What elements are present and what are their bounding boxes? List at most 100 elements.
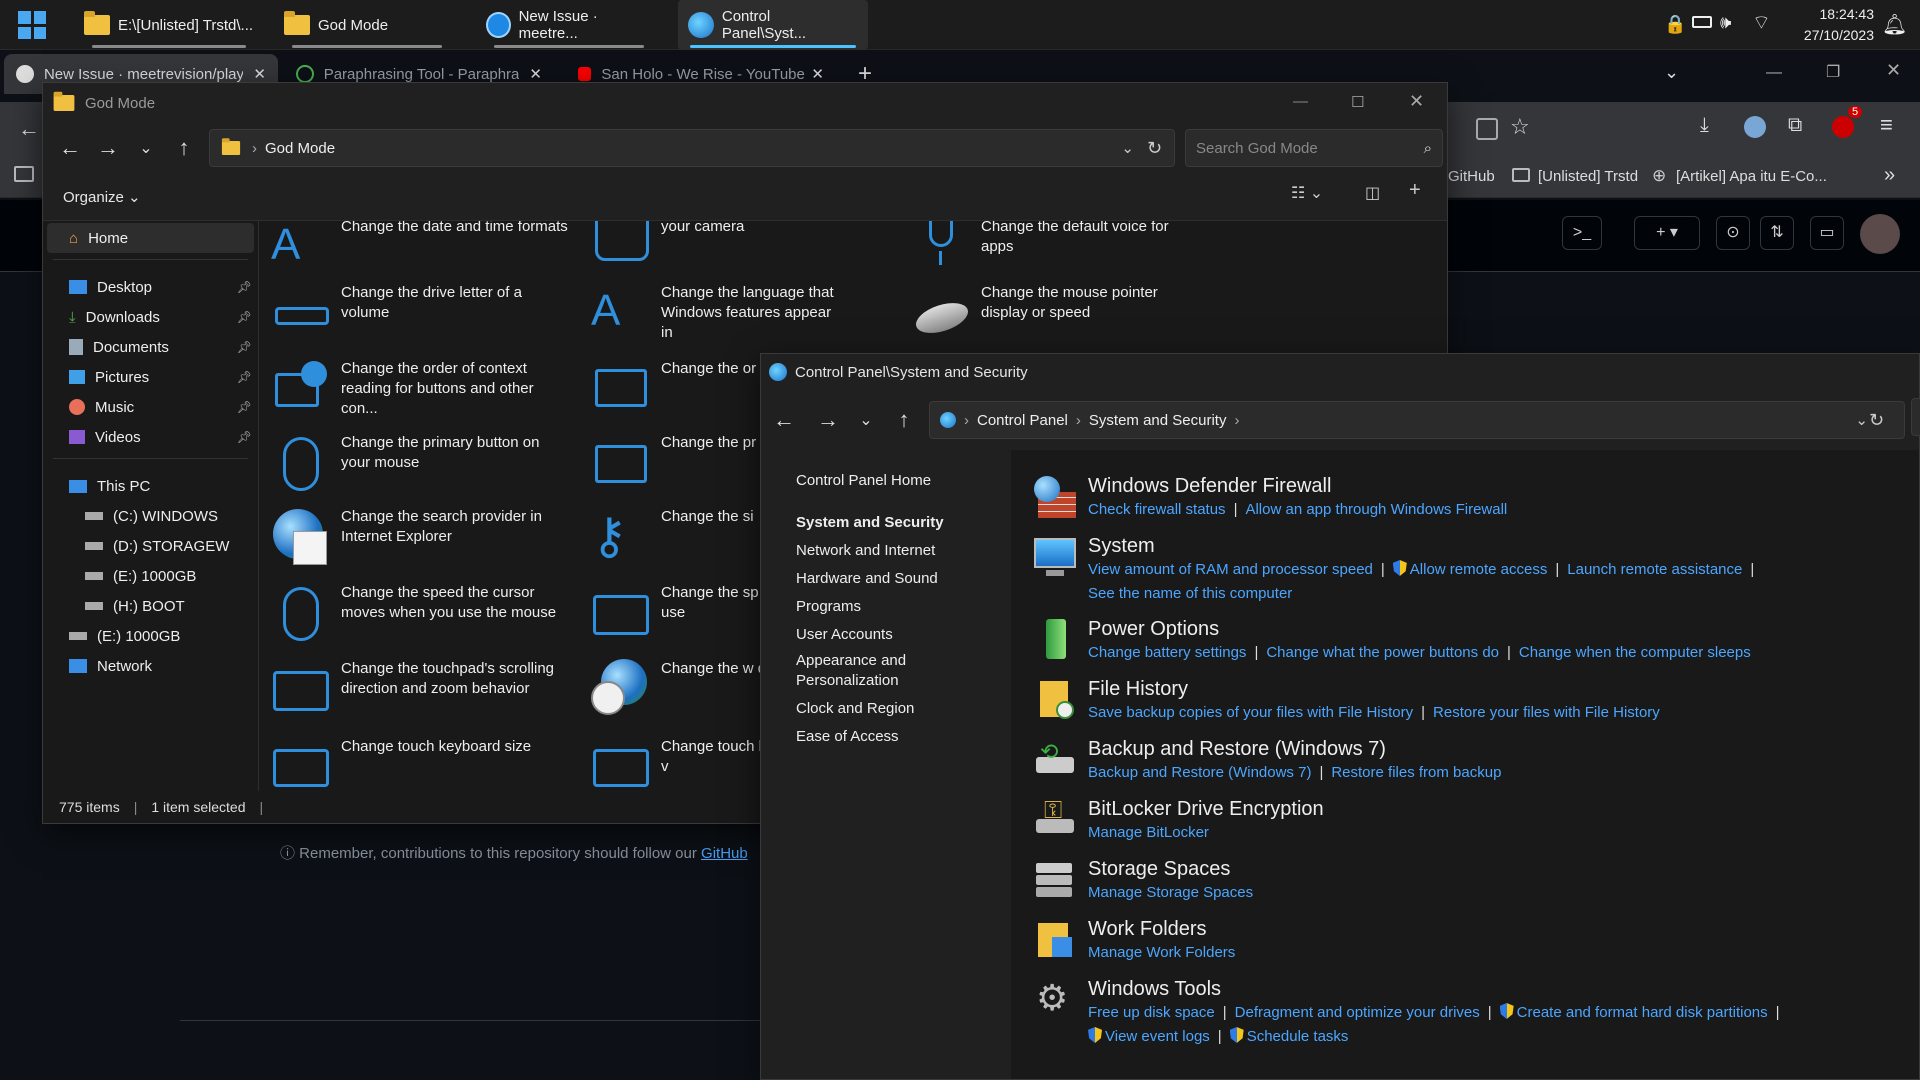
wifi-icon[interactable]: ⌔ (1752, 10, 1771, 35)
preview-pane-icon[interactable]: ◫ (1365, 183, 1380, 203)
star-icon[interactable]: ☆ (1510, 114, 1530, 140)
menu-icon[interactable]: ≡ (1880, 112, 1893, 138)
section-title[interactable]: File History (1088, 677, 1660, 701)
breadcrumb-item[interactable]: System and Security (1089, 412, 1227, 429)
section-title[interactable]: Storage Spaces (1088, 857, 1253, 881)
back-arrow-icon[interactable]: ← (765, 401, 803, 439)
taskbar-task[interactable]: E:\[Unlisted] Trstd\... (74, 0, 264, 50)
link-check-firewall[interactable]: Check firewall status (1088, 501, 1226, 518)
list-item[interactable]: Change touch keyboard size (271, 737, 571, 793)
add-icon[interactable]: + (1409, 179, 1421, 202)
sidebar-item-network[interactable]: Network (43, 651, 258, 681)
refresh-icon[interactable]: ↻ (1869, 410, 1884, 431)
sidebar-item-drive[interactable]: (D:) STORAGEW (43, 531, 258, 561)
link-restore-from-backup[interactable]: Restore files from backup (1331, 764, 1501, 781)
nav-link-control-panel-home[interactable]: Control Panel Home (761, 466, 1011, 494)
sidebar-item-drive[interactable]: (E:) 1000GB (43, 561, 258, 591)
ublock-icon[interactable] (1832, 116, 1854, 138)
address-bar[interactable]: › God Mode ⌄ ↻ (209, 129, 1175, 167)
sidebar-item-drive[interactable]: (H:) BOOT (43, 591, 258, 621)
close-window-icon[interactable]: ✕ (1886, 60, 1901, 81)
minimize-icon[interactable]: — (1766, 64, 1782, 82)
link-backup-restore[interactable]: Backup and Restore (Windows 7) (1088, 764, 1311, 781)
section-title[interactable]: System (1088, 534, 1762, 558)
address-text[interactable]: God Mode (265, 140, 335, 157)
link-view-event-logs[interactable]: View event logs (1105, 1028, 1210, 1045)
sidebar-item-pictures[interactable]: Pictures 📌︎ (43, 362, 258, 392)
close-icon[interactable]: ✕ (1409, 91, 1424, 112)
list-item[interactable]: Change the primary button on your mouse (271, 433, 571, 493)
sidebar-item-desktop[interactable]: Desktop 📌︎ (43, 272, 258, 302)
section-title[interactable]: Windows Tools (1088, 977, 1788, 1001)
nav-link-hardware[interactable]: Hardware and Sound (761, 564, 1011, 592)
avatar[interactable] (1860, 214, 1900, 254)
back-arrow-icon[interactable]: ← (51, 129, 89, 167)
battery-icon[interactable] (1692, 16, 1712, 28)
extensions-icon[interactable]: ⧉ (1788, 114, 1802, 137)
list-item[interactable]: Change the touchpad's scrolling directio… (271, 659, 571, 719)
folder-icon[interactable] (14, 166, 34, 182)
maximize-icon[interactable]: ☐ (1351, 93, 1364, 111)
link-remote-assistance[interactable]: Launch remote assistance (1567, 561, 1742, 578)
volume-icon[interactable]: 🕪 (1720, 12, 1731, 33)
recent-chevron-icon[interactable]: ⌄ (847, 401, 885, 439)
section-title[interactable]: BitLocker Drive Encryption (1088, 797, 1324, 821)
bookmark-github[interactable]: GitHub (1448, 168, 1495, 185)
link-battery-settings[interactable]: Change battery settings (1088, 644, 1246, 661)
link-remote-access[interactable]: Allow remote access (1410, 561, 1548, 578)
section-title[interactable]: Backup and Restore (Windows 7) (1088, 737, 1501, 761)
sidebar-item-this-pc[interactable]: This PC (43, 471, 258, 501)
inbox-icon[interactable]: ▭ (1810, 216, 1844, 250)
link-computer-sleeps[interactable]: Change when the computer sleeps (1519, 644, 1751, 661)
sidebar-item-drive[interactable]: (C:) WINDOWS (43, 501, 258, 531)
link-schedule-tasks[interactable]: Schedule tasks (1247, 1028, 1349, 1045)
sidebar-item-documents[interactable]: Documents 📌︎ (43, 332, 258, 362)
more-bookmarks-icon[interactable]: » (1884, 164, 1895, 187)
clock[interactable]: 18:24:43 27/10/2023 (1784, 4, 1874, 46)
translate-icon[interactable] (1476, 118, 1498, 140)
link-disk-partitions[interactable]: Create and format hard disk partitions (1517, 1004, 1768, 1021)
back-arrow-icon[interactable]: ← (18, 116, 40, 142)
list-item[interactable]: A Change the language that Windows featur… (591, 283, 841, 343)
battery-saver-icon[interactable]: 🔒 (1664, 14, 1686, 35)
create-new-icon[interactable]: + ▾ (1634, 216, 1700, 250)
notification-bell-icon[interactable]: 🔔︎ (1882, 12, 1907, 37)
download-icon[interactable]: ⤓ (1700, 114, 1709, 137)
breadcrumb-item[interactable]: Control Panel (977, 412, 1068, 429)
organize-button[interactable]: Organize ⌄ (63, 188, 141, 206)
up-arrow-icon[interactable]: ↑ (885, 401, 923, 439)
list-item[interactable]: Change the speed the cursor moves when y… (271, 583, 571, 643)
sidebar-item-home[interactable]: ⌂ Home (47, 223, 254, 253)
search-input[interactable]: Search God Mode ⌕ (1185, 129, 1443, 167)
link-manage-work-folders[interactable]: Manage Work Folders (1088, 944, 1235, 961)
link-allow-app-firewall[interactable]: Allow an app through Windows Firewall (1245, 501, 1507, 518)
search-icon[interactable]: ⌕ (1424, 140, 1432, 157)
taskbar-task[interactable]: God Mode (274, 0, 460, 50)
link-manage-bitlocker[interactable]: Manage BitLocker (1088, 824, 1209, 841)
issues-icon[interactable]: ⊙ (1716, 216, 1750, 250)
link-view-ram[interactable]: View amount of RAM and processor speed (1088, 561, 1373, 578)
nav-link-ease-of-access[interactable]: Ease of Access (761, 722, 1011, 750)
link-restore-files[interactable]: Restore your files with File History (1433, 704, 1660, 721)
tab-search-chevron-icon[interactable]: ⌄ (1664, 62, 1679, 83)
forward-arrow-icon[interactable]: → (89, 129, 127, 167)
address-dropdown-icon[interactable]: ⌄ (1855, 411, 1868, 429)
link-free-disk-space[interactable]: Free up disk space (1088, 1004, 1215, 1021)
search-input[interactable] (1911, 398, 1920, 436)
refresh-icon[interactable]: ↻ (1147, 138, 1162, 159)
link-computer-name[interactable]: See the name of this computer (1088, 585, 1292, 602)
list-item[interactable]: Change the mouse pointer display or spee… (911, 283, 1201, 343)
nav-link-system-security[interactable]: System and Security (761, 508, 1011, 536)
link-manage-storage-spaces[interactable]: Manage Storage Spaces (1088, 884, 1253, 901)
taskbar-task-active[interactable]: Control Panel\Syst... (678, 0, 868, 50)
sidebar-item-music[interactable]: Music 📌︎ (43, 392, 258, 422)
forward-arrow-icon[interactable]: → (809, 401, 847, 439)
restore-icon[interactable]: ❐ (1826, 62, 1840, 82)
profile-extension-icon[interactable] (1744, 116, 1766, 138)
link-defragment[interactable]: Defragment and optimize your drives (1235, 1004, 1480, 1021)
sidebar-item-downloads[interactable]: ⤓ Downloads 📌︎ (43, 302, 258, 332)
nav-link-appearance[interactable]: Appearance and Personalization (761, 648, 961, 694)
up-arrow-icon[interactable]: ↑ (165, 129, 203, 167)
bookmark-artikel[interactable]: [Artikel] Apa itu E-Co... (1676, 168, 1827, 185)
pull-requests-icon[interactable]: ⇅ (1760, 216, 1794, 250)
